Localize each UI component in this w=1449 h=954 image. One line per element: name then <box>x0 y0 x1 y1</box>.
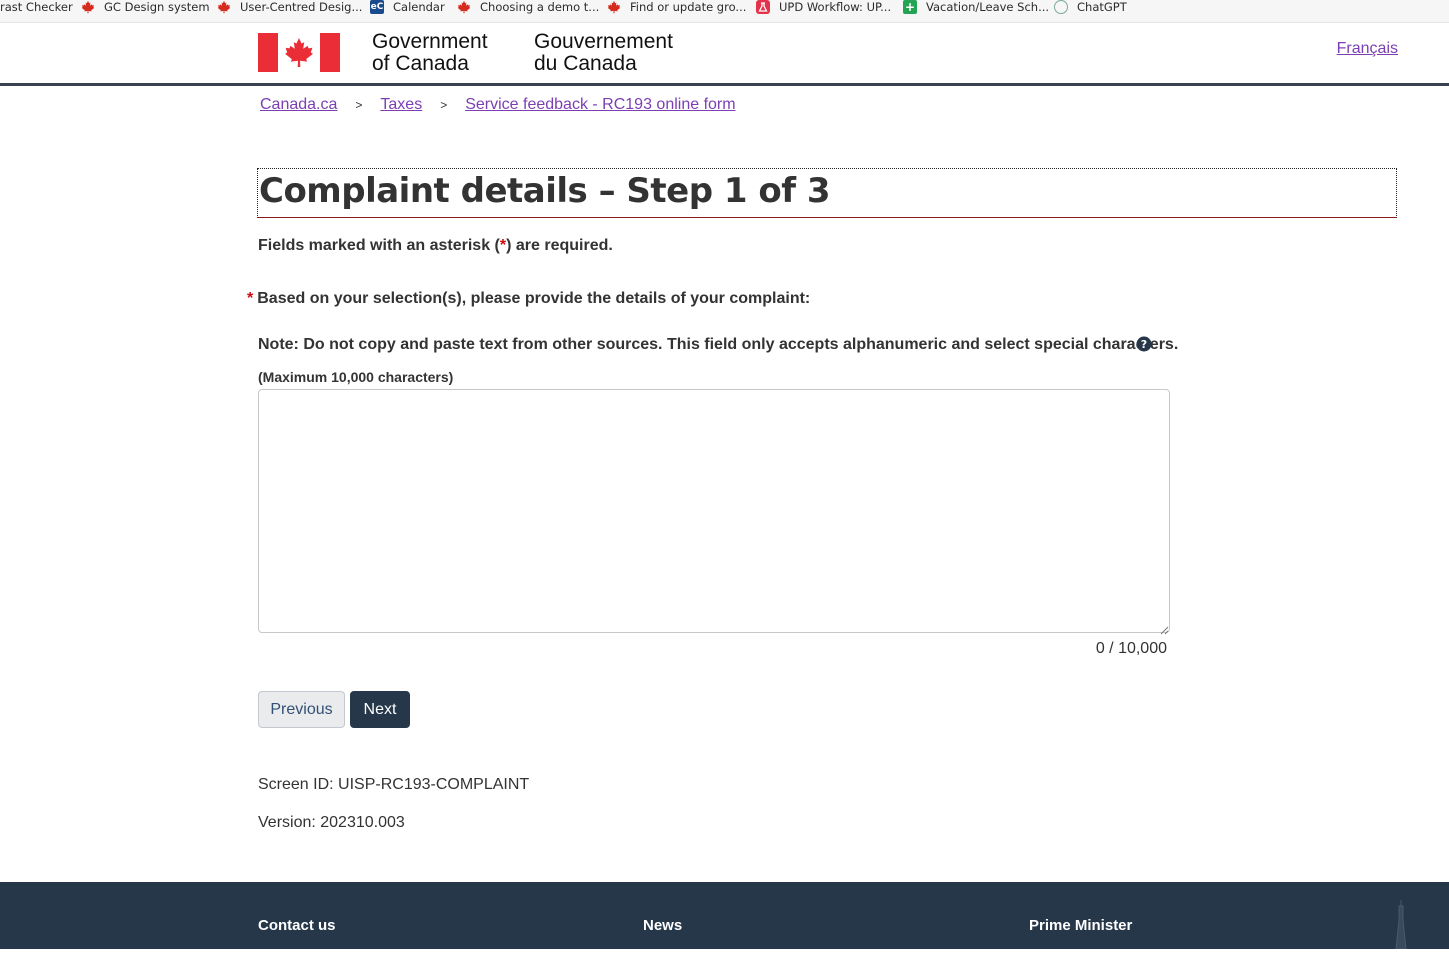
chatgpt-icon <box>1054 0 1068 14</box>
paste-note: Note: Do not copy and paste text from ot… <box>258 336 1179 353</box>
bookmark-label: User-Centred Desig... <box>240 0 363 14</box>
required-note-text: Fields marked with an asterisk ( <box>258 237 500 254</box>
required-asterisk: * <box>247 290 254 307</box>
bookmark-upd-workflow[interactable]: UPD Workflow: UP... <box>756 0 891 14</box>
language-toggle-link[interactable]: Français <box>1337 40 1398 58</box>
bookmark-find-update-group[interactable]: Find or update gro... <box>607 0 746 14</box>
site-header: Government of Canada Gouvernement du Can… <box>0 23 1449 86</box>
government-of-canada-wordmark: Government of Canada <box>372 31 488 75</box>
site-footer: Contact us News Prime Minister <box>0 882 1449 950</box>
resize-grip-icon[interactable] <box>1160 622 1169 635</box>
bookmark-label: Choosing a demo t... <box>480 0 600 14</box>
flask-icon <box>756 0 770 14</box>
complaint-details-textarea[interactable] <box>258 389 1170 633</box>
footer-link-prime-minister[interactable]: Prime Minister <box>1029 917 1132 934</box>
required-fields-note: Fields marked with an asterisk (*) are r… <box>258 237 613 255</box>
bookmark-label: rast Checker <box>0 0 73 14</box>
page-title: Complaint details – Step 1 of 3 <box>259 171 831 211</box>
footer-link-contact-us[interactable]: Contact us <box>258 917 336 934</box>
ec-icon: eC <box>370 0 384 14</box>
breadcrumb-separator: > <box>355 98 363 112</box>
bookmark-user-centred-design[interactable]: User-Centred Desig... <box>217 0 362 14</box>
svg-text:?: ? <box>1141 338 1147 351</box>
breadcrumb-separator: > <box>440 98 448 112</box>
maple-leaf-icon <box>457 0 471 14</box>
wordmark-fr-line1: Gouvernement <box>534 30 673 53</box>
bookmark-chatgpt[interactable]: ChatGPT <box>1054 0 1127 14</box>
bookmark-label: Calendar <box>393 0 445 14</box>
bookmark-label: UPD Workflow: UP... <box>779 0 892 14</box>
canada-flag-icon[interactable] <box>258 33 340 72</box>
bookmark-label: GC Design system <box>104 0 210 14</box>
bookmark-gc-design-system[interactable]: GC Design system <box>81 0 210 14</box>
bookmark-calendar[interactable]: eC Calendar <box>370 0 445 14</box>
bookmark-vacation-leave[interactable]: + Vacation/Leave Sch... <box>903 0 1049 14</box>
breadcrumb-taxes[interactable]: Taxes <box>380 96 422 114</box>
footer-link-news[interactable]: News <box>643 917 682 934</box>
bookmarks-bar: rast Checker GC Design system User-Centr… <box>0 0 1449 23</box>
wordmark-en-line2: of Canada <box>372 52 469 75</box>
bookmark-label: ChatGPT <box>1077 0 1127 14</box>
previous-button[interactable]: Previous <box>258 691 345 728</box>
bookmark-contrast-checker[interactable]: rast Checker <box>0 0 73 14</box>
breadcrumb: Canada.ca > Taxes > Service feedback - R… <box>260 96 736 114</box>
page-title-container: Complaint details – Step 1 of 3 <box>257 168 1397 218</box>
max-characters-hint: (Maximum 10,000 characters) <box>258 369 454 385</box>
breadcrumb-canada-ca[interactable]: Canada.ca <box>260 96 337 114</box>
bookmark-label: Vacation/Leave Sch... <box>926 0 1050 14</box>
wordmark-en-line1: Government <box>372 30 488 53</box>
version-label: Version: 202310.003 <box>258 814 405 831</box>
sheet-icon: + <box>903 0 917 14</box>
question-text: Based on your selection(s), please provi… <box>257 290 811 307</box>
character-counter: 0 / 10,000 <box>1095 640 1167 657</box>
bookmark-choosing-demo[interactable]: Choosing a demo t... <box>457 0 599 14</box>
parliament-tower-icon <box>1391 900 1411 950</box>
bookmark-label: Find or update gro... <box>630 0 747 14</box>
breadcrumb-service-feedback[interactable]: Service feedback - RC193 online form <box>465 96 735 114</box>
wordmark-fr-line2: du Canada <box>534 52 637 75</box>
complaint-details-label: * Based on your selection(s), please prov… <box>247 290 810 308</box>
next-button[interactable]: Next <box>350 691 410 728</box>
gouvernement-du-canada-wordmark: Gouvernement du Canada <box>534 31 673 75</box>
screen-id: Screen ID: UISP-RC193-COMPLAINT <box>258 776 530 793</box>
maple-leaf-icon <box>81 0 95 14</box>
help-icon[interactable]: ? <box>1136 336 1152 352</box>
required-note-text-end: ) are required. <box>506 237 613 254</box>
maple-leaf-icon <box>217 0 231 14</box>
maple-leaf-icon <box>607 0 621 14</box>
